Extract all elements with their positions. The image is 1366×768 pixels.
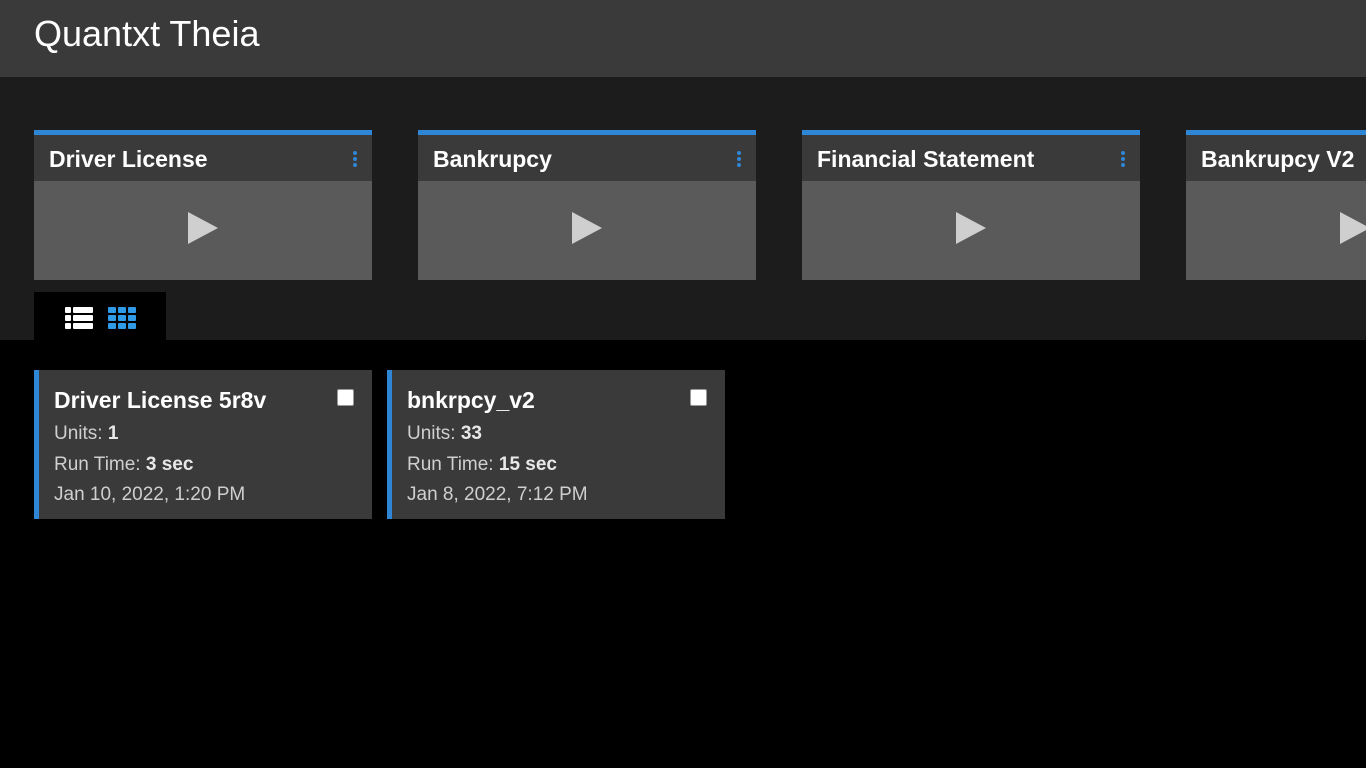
play-icon[interactable]	[1338, 210, 1366, 246]
template-card[interactable]: Bankrupcy V2	[1186, 130, 1366, 280]
result-card-title: Driver License 5r8v	[54, 387, 267, 413]
result-units: Units: 33	[407, 422, 482, 446]
runtime-value: 15 sec	[498, 454, 557, 475]
result-card-checkbox[interactable]	[337, 389, 354, 406]
grid-view-icon[interactable]	[107, 306, 137, 330]
result-card-checkbox[interactable]	[690, 389, 707, 406]
play-icon[interactable]	[954, 210, 988, 246]
runtime-value: 3 sec	[145, 454, 194, 475]
kebab-icon[interactable]	[352, 151, 358, 167]
result-units: Units: 1	[54, 422, 118, 446]
result-card[interactable]: Driver License 5r8v Units: 1 Run Time: 3…	[34, 370, 372, 519]
view-toggle	[34, 292, 166, 340]
result-runtime: Run Time: 3 sec	[54, 453, 193, 477]
units-value: 1	[107, 423, 119, 444]
template-card-header: Bankrupcy	[418, 135, 756, 181]
template-card-preview[interactable]	[418, 181, 756, 280]
list-view-icon[interactable]	[64, 306, 94, 330]
app-root: Quantxt Theia Driver License Bankrupcy F…	[0, 0, 1366, 768]
template-card-preview[interactable]	[1186, 181, 1366, 280]
template-card[interactable]: Driver License	[34, 130, 372, 280]
template-card-title: Bankrupcy	[433, 146, 552, 172]
units-label: Units:	[54, 423, 108, 444]
template-card-header: Driver License	[34, 135, 372, 181]
play-icon[interactable]	[570, 210, 604, 246]
top-header: Quantxt Theia	[0, 0, 1366, 77]
result-card[interactable]: bnkrpcy_v2 Units: 33 Run Time: 15 sec Ja…	[387, 370, 725, 519]
templates-band: Driver License Bankrupcy Financial State…	[0, 77, 1366, 340]
units-label: Units:	[407, 423, 461, 444]
runtime-label: Run Time:	[407, 454, 499, 475]
template-card-title: Bankrupcy V2	[1201, 146, 1355, 172]
result-runtime: Run Time: 15 sec	[407, 453, 557, 477]
template-card-preview[interactable]	[802, 181, 1140, 280]
template-card-header: Financial Statement	[802, 135, 1140, 181]
template-card[interactable]: Financial Statement	[802, 130, 1140, 280]
play-icon[interactable]	[186, 210, 220, 246]
runtime-label: Run Time:	[54, 454, 146, 475]
units-value: 33	[460, 423, 482, 444]
kebab-icon[interactable]	[1120, 151, 1126, 167]
kebab-icon[interactable]	[736, 151, 742, 167]
template-card-preview[interactable]	[34, 181, 372, 280]
template-card[interactable]: Bankrupcy	[418, 130, 756, 280]
result-card-title: bnkrpcy_v2	[407, 387, 535, 413]
template-card-title: Driver License	[49, 146, 208, 172]
template-card-title: Financial Statement	[817, 146, 1035, 172]
app-title: Quantxt Theia	[34, 13, 260, 54]
result-date: Jan 10, 2022, 1:20 PM	[54, 484, 246, 505]
result-date: Jan 8, 2022, 7:12 PM	[407, 484, 588, 505]
template-card-header: Bankrupcy V2	[1186, 135, 1366, 181]
